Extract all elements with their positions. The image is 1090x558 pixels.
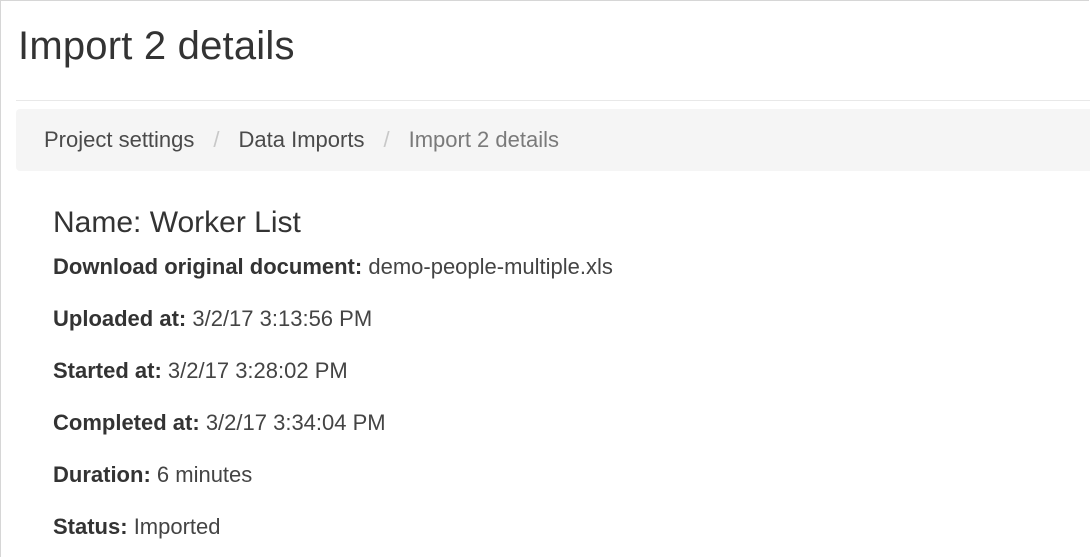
breadcrumb-project-settings[interactable]: Project settings <box>44 127 194 153</box>
breadcrumb-data-imports[interactable]: Data Imports <box>239 127 365 153</box>
uploaded-value: 3/2/17 3:13:56 PM <box>192 306 373 331</box>
uploaded-label: Uploaded at: <box>53 306 187 331</box>
import-name-value: Worker List <box>149 206 301 239</box>
started-row: Started at: 3/2/17 3:28:02 PM <box>53 356 613 408</box>
duration-value: 6 minutes <box>156 462 253 487</box>
breadcrumb-current: Import 2 details <box>408 127 559 152</box>
page-title: Import 2 details <box>18 24 295 68</box>
completed-value: 3/2/17 3:34:04 PM <box>205 410 386 435</box>
title-divider <box>16 100 1090 101</box>
status-row: Status: Imported <box>53 512 613 558</box>
duration-row: Duration: 6 minutes <box>53 460 613 512</box>
started-label: Started at: <box>53 358 162 383</box>
breadcrumb-separator: / <box>213 127 220 152</box>
download-file-link[interactable]: demo-people-multiple.xls <box>368 254 613 279</box>
download-label: Download original document: <box>53 254 363 279</box>
import-name-label: Name: <box>53 206 142 239</box>
import-details: Name: Worker List Download original docu… <box>53 200 613 558</box>
breadcrumb: Project settings / Data Imports / Import… <box>16 109 1090 171</box>
duration-label: Duration: <box>53 462 151 487</box>
import-name-heading: Name: Worker List <box>53 200 613 252</box>
status-label: Status: <box>53 514 128 539</box>
uploaded-row: Uploaded at: 3/2/17 3:13:56 PM <box>53 304 613 356</box>
status-value: Imported <box>133 514 221 539</box>
completed-label: Completed at: <box>53 410 200 435</box>
completed-row: Completed at: 3/2/17 3:34:04 PM <box>53 408 613 460</box>
download-row: Download original document: demo-people-… <box>53 252 613 304</box>
started-value: 3/2/17 3:28:02 PM <box>167 358 348 383</box>
breadcrumb-separator: / <box>383 127 390 152</box>
